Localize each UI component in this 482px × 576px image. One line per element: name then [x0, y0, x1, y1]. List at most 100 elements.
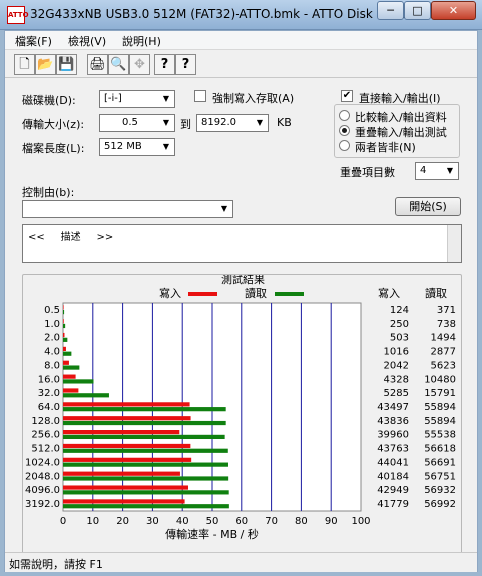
read-bar	[63, 310, 65, 315]
read-value: 56992	[424, 499, 456, 510]
transfer-size-label: 傳輸大小(z):	[22, 118, 85, 131]
read-value: 15791	[424, 388, 456, 399]
write-value: 41779	[377, 499, 409, 510]
y-tick-label: 2048.0	[25, 471, 60, 482]
read-bar	[63, 351, 72, 356]
direct-io-checkbox[interactable]: ✔	[341, 90, 353, 102]
chevron-down-icon: ▼	[446, 166, 454, 175]
overlap-io-radio[interactable]	[339, 125, 350, 136]
write-bar	[63, 430, 180, 435]
write-bar	[63, 388, 79, 393]
description-field[interactable]: << 描述 >>	[22, 224, 462, 263]
control-by-select[interactable]: ▼	[22, 200, 233, 218]
y-tick-label: 3192.0	[25, 499, 60, 510]
write-bar	[63, 471, 180, 476]
read-bar	[63, 365, 80, 370]
file-length-label: 檔案長度(L):	[22, 142, 85, 155]
status-text: 如需說明，請按 F1	[9, 558, 103, 571]
col-header-write: 寫入	[378, 286, 400, 300]
read-value: 10480	[424, 374, 456, 385]
maximize-button[interactable]: □	[404, 1, 431, 20]
move-icon[interactable]: ✥	[129, 54, 150, 75]
menu-file[interactable]: 檔案(F)	[15, 33, 52, 49]
read-bar	[63, 407, 226, 412]
transfer-from-select[interactable]: 0.5 ▼	[99, 114, 175, 132]
y-tick-label: 256.0	[31, 430, 60, 441]
write-value: 503	[390, 333, 409, 344]
read-value: 56751	[424, 471, 456, 482]
whats-this-icon[interactable]: ?	[175, 54, 196, 75]
neither-radio[interactable]	[339, 140, 350, 151]
start-button[interactable]: 開始(S)	[395, 197, 461, 216]
y-tick-label: 128.0	[31, 416, 60, 427]
main-window: 檔案(F) 檢視(V) 說明(H) 🗋 📂 💾 🖨 🔍 ✥ ? ? 磁碟機(D)…	[4, 30, 478, 572]
help-icon[interactable]: ?	[154, 54, 175, 75]
write-value: 250	[390, 319, 409, 330]
y-tick-label: 32.0	[38, 388, 60, 399]
transfer-to-select[interactable]: 8192.0 ▼	[196, 114, 269, 132]
chevron-down-icon: ▼	[162, 142, 170, 151]
read-bar	[63, 462, 228, 467]
overlap-io-label: 重疊輸入/輸出測試	[355, 126, 447, 139]
print-preview-icon[interactable]: 🔍	[108, 54, 129, 75]
drive-select[interactable]: [-i-] ▼	[99, 90, 175, 108]
minimize-button[interactable]: ─	[377, 1, 404, 20]
menu-help[interactable]: 說明(H)	[122, 33, 161, 49]
description-scrollbar[interactable]	[447, 225, 461, 262]
to-label: 到	[180, 118, 191, 131]
drive-value: [-i-]	[104, 93, 122, 104]
force-write-checkbox[interactable]	[194, 90, 206, 102]
y-tick-label: 64.0	[38, 402, 60, 413]
kb-label: KB	[277, 116, 292, 129]
chevron-down-icon: ▼	[162, 118, 170, 127]
new-file-icon[interactable]: 🗋	[14, 54, 35, 75]
legend-write-swatch	[188, 292, 217, 296]
y-tick-label: 1024.0	[25, 457, 60, 468]
menu-view[interactable]: 檢視(V)	[68, 33, 106, 49]
control-by-label: 控制由(b):	[22, 186, 75, 199]
write-value: 1016	[384, 347, 409, 358]
read-bar	[63, 504, 229, 509]
read-value: 2877	[431, 347, 456, 358]
write-bar	[63, 499, 185, 504]
results-panel: 測試結果 寫入 讀取 寫入 讀取 0.5 1.0 2.0 4.0 8.0 16.0 32.0…	[22, 272, 462, 558]
title-bar: ATTO 32G433xNB USB3.0 512M (FAT32)-ATTO.…	[0, 0, 482, 30]
read-bar	[63, 323, 66, 329]
write-bar	[63, 305, 64, 310]
x-axis-label: 傳輸速率 - MB / 秒	[165, 527, 259, 541]
x-tick-label: 60	[235, 516, 248, 527]
read-value: 1494	[431, 333, 456, 344]
read-bar	[63, 337, 68, 342]
neither-label: 兩者皆非(N)	[355, 141, 416, 154]
write-value: 42949	[377, 485, 409, 496]
write-value: 5285	[384, 388, 409, 399]
queue-depth-select[interactable]: 4 ▼	[415, 162, 459, 180]
write-value: 2042	[384, 360, 409, 371]
col-header-read: 讀取	[425, 286, 447, 300]
write-value: 124	[390, 305, 409, 316]
file-length-value: 512 MB	[104, 141, 142, 152]
read-value: 56618	[424, 444, 456, 455]
x-tick-label: 30	[146, 516, 159, 527]
write-bar	[63, 332, 65, 338]
read-bar	[63, 393, 109, 398]
transfer-from-value: 0.5	[122, 117, 138, 128]
compare-io-radio[interactable]	[339, 110, 350, 121]
file-length-select[interactable]: 512 MB ▼	[99, 138, 175, 156]
transfer-to-value: 8192.0	[201, 117, 236, 128]
open-folder-icon[interactable]: 📂	[35, 54, 56, 75]
read-value: 5623	[431, 360, 456, 371]
write-bar	[63, 457, 192, 462]
x-tick-label: 100	[351, 516, 370, 527]
read-value: 55894	[424, 402, 456, 413]
read-value: 738	[437, 319, 456, 330]
read-value: 56932	[424, 485, 456, 496]
write-value: 43836	[377, 416, 409, 427]
y-tick-label: 0.5	[44, 305, 60, 316]
print-icon[interactable]: 🖨	[87, 54, 108, 75]
queue-depth-label: 重疊項目數	[340, 166, 395, 179]
save-icon[interactable]: 💾	[56, 54, 77, 75]
write-bar	[63, 319, 64, 324]
close-button[interactable]: ✕	[431, 1, 476, 20]
write-bar	[63, 374, 76, 379]
